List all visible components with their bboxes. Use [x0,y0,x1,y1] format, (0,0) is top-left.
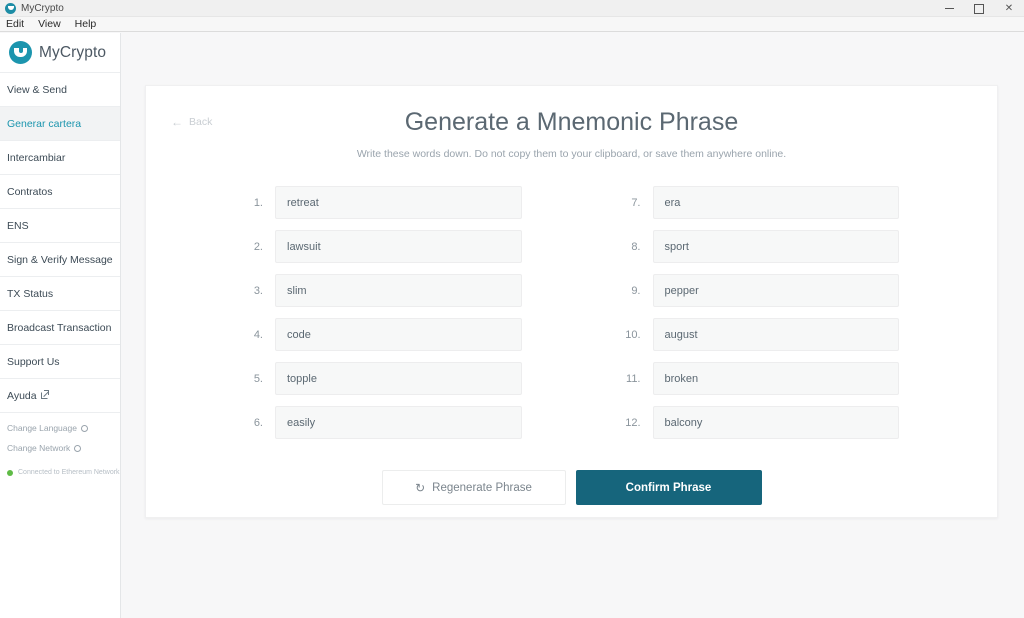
mnemonic-word-row: 4. code [244,318,522,351]
word-number: 6. [253,416,263,429]
mnemonic-words-grid: 1. retreat 7. era 2. lawsuit 8. sport 3.… [244,186,899,439]
mnemonic-word-row: 8. sport [622,230,899,263]
page-title: Generate a Mnemonic Phrase [404,108,739,136]
sidebar-item-tx-status[interactable]: TX Status [0,277,120,311]
sidebar-footer: Change Language Change Network Connected… [0,413,120,480]
sidebar-item-contratos[interactable]: Contratos [0,175,120,209]
mycrypto-logo-icon [5,2,16,14]
confirm-phrase-label: Confirm Phrase [625,481,712,494]
confirm-phrase-button[interactable]: Confirm Phrase [575,470,762,505]
status-text: Connected to Ethereum Network [18,469,120,476]
word-input-10[interactable]: august [652,318,899,351]
word-input-3[interactable]: slim [275,274,522,307]
external-link-icon [40,390,49,399]
change-language-link[interactable]: Change Language [7,423,120,433]
word-number: 2. [253,240,263,253]
word-input-11[interactable]: broken [652,362,899,395]
network-status: Connected to Ethereum Network [7,469,120,480]
sidebar-item-label: Support Us [7,355,60,368]
word-number: 11. [626,372,641,385]
mnemonic-word-row: 10. august [622,318,899,351]
status-indicator-dot [7,469,13,476]
mnemonic-word-row: 12. balcony [622,406,899,439]
sidebar-item-generar-cartera[interactable]: Generar cartera [0,107,120,141]
brand-header[interactable]: MyCrypto [0,33,120,73]
word-input-12[interactable]: balcony [652,406,899,439]
regenerate-phrase-button[interactable]: ↻ Regenerate Phrase [381,470,566,505]
sidebar-item-label: TX Status [7,287,54,300]
word-number: 1. [253,196,263,209]
word-number: 9. [631,284,641,297]
sidebar-item-label: Contratos [7,185,53,198]
word-input-9[interactable]: pepper [652,274,899,307]
menu-bar: Edit View Help [0,17,1024,32]
sidebar-item-label: ENS [7,219,29,232]
sidebar-item-broadcast-transaction[interactable]: Broadcast Transaction [0,311,120,345]
refresh-icon: ↻ [415,480,426,495]
sidebar-item-label: View & Send [7,83,67,96]
change-network-label: Change Network [7,443,71,453]
main-content: ← Back Generate a Mnemonic Phrase Write … [121,33,1024,618]
sidebar-item-sign-verify-message[interactable]: Sign & Verify Message [0,243,120,277]
word-input-5[interactable]: topple [275,362,522,395]
body-area: MyCrypto View & Send Generar cartera Int… [0,33,1024,618]
word-number: 12. [625,416,641,429]
word-number: 5. [253,372,263,385]
word-number: 8. [631,240,641,253]
sidebar-item-ens[interactable]: ENS [0,209,120,243]
mnemonic-word-row: 7. era [622,186,899,219]
menu-item-edit[interactable]: Edit [6,18,24,30]
sidebar-item-view-send[interactable]: View & Send [0,73,120,107]
back-label: Back [189,116,213,128]
word-input-1[interactable]: retreat [275,186,522,219]
close-button[interactable]: ✕ [994,0,1024,17]
mnemonic-word-row: 2. lawsuit [244,230,522,263]
sidebar: MyCrypto View & Send Generar cartera Int… [0,33,121,618]
sidebar-item-ayuda[interactable]: Ayuda [0,379,120,413]
sidebar-item-support-us[interactable]: Support Us [0,345,120,379]
window-titlebar: MyCrypto ✕ [0,0,1024,17]
change-language-label: Change Language [7,423,77,433]
action-buttons: ↻ Regenerate Phrase Confirm Phrase [381,470,762,505]
menu-item-view[interactable]: View [38,18,61,30]
word-input-6[interactable]: easily [275,406,522,439]
mycrypto-logo-icon [9,41,32,64]
sidebar-item-intercambiar[interactable]: Intercambiar [0,141,120,175]
brand-name: MyCrypto [39,43,107,61]
mnemonic-word-row: 6. easily [244,406,522,439]
minimize-button[interactable] [934,0,964,17]
mnemonic-word-row: 3. slim [244,274,522,307]
mnemonic-word-row: 5. topple [244,362,522,395]
word-number: 4. [253,328,263,341]
mnemonic-card: ← Back Generate a Mnemonic Phrase Write … [145,85,998,518]
word-number: 7. [631,196,641,209]
mnemonic-word-row: 1. retreat [244,186,522,219]
mnemonic-word-row: 9. pepper [622,274,899,307]
word-input-2[interactable]: lawsuit [275,230,522,263]
arrow-left-icon: ← [171,115,183,129]
regenerate-phrase-label: Regenerate Phrase [432,481,532,494]
sidebar-item-label: Generar cartera [7,117,82,130]
window-controls: ✕ [934,0,1024,17]
window-title: MyCrypto [21,2,64,14]
word-input-4[interactable]: code [275,318,522,351]
change-network-link[interactable]: Change Network [7,443,120,453]
back-link[interactable]: ← Back [171,116,212,128]
word-number: 3. [253,284,263,297]
word-input-7[interactable]: era [652,186,899,219]
menu-item-help[interactable]: Help [75,18,97,30]
page-subtitle: Write these words down. Do not copy them… [356,148,787,160]
mnemonic-word-row: 11. broken [622,362,899,395]
word-number: 10. [625,328,641,341]
sidebar-item-label: Broadcast Transaction [7,321,112,334]
maximize-button[interactable] [964,0,994,17]
gear-icon [80,424,88,432]
word-input-8[interactable]: sport [652,230,899,263]
sidebar-item-label: Ayuda [7,389,37,402]
sidebar-nav: View & Send Generar cartera Intercambiar… [0,73,120,413]
gear-icon [74,444,82,452]
sidebar-item-label: Sign & Verify Message [7,253,113,266]
app-window: MyCrypto ✕ Edit View Help MyCrypto View … [0,0,1024,618]
sidebar-item-label: Intercambiar [7,151,66,164]
